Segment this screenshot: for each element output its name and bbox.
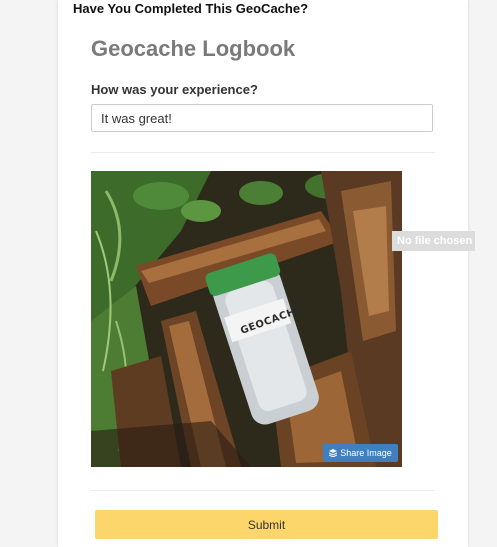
page-title: Geocache Logbook [91,36,296,61]
geocache-photo-art [91,171,402,467]
experience-input[interactable] [91,104,433,132]
submit-button[interactable]: Submit [95,510,438,539]
share-image-label: Share Image [340,448,392,458]
experience-label: How was your experience? [91,82,258,97]
divider [91,152,435,153]
share-image-button[interactable]: Share Image [323,444,398,462]
layers-icon [329,449,338,457]
file-status[interactable]: No file chosen [392,231,475,251]
divider [91,490,435,491]
banner-title: Have You Completed This GeoCache? [73,1,309,16]
geocache-photo: GEOCACHE Share Image [91,171,402,467]
